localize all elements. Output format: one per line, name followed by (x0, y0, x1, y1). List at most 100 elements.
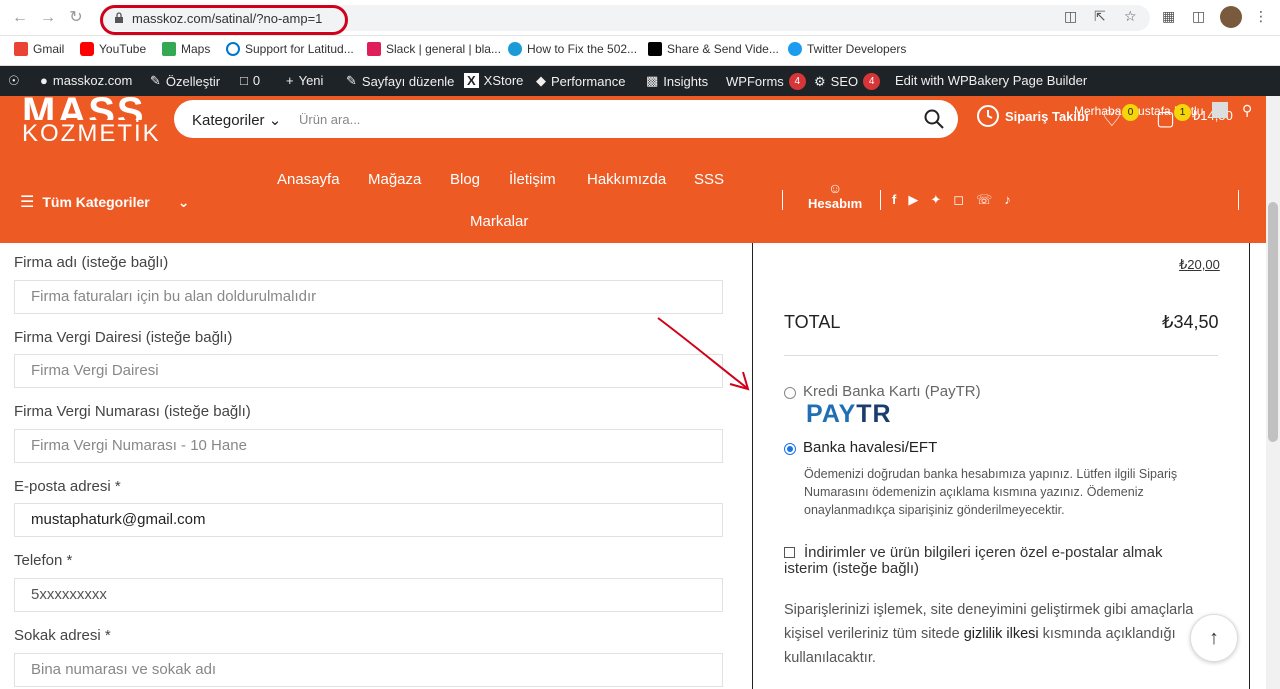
bookmarks-bar: Gmail YouTube Maps Support for Latitud..… (0, 36, 1280, 66)
search-bar: Kategoriler ⌄ Ürün ara... (174, 100, 958, 138)
reload-icon[interactable]: ↻ (66, 8, 86, 28)
youtube-icon (80, 42, 94, 56)
menu-icon[interactable]: ⋮ (1254, 8, 1268, 25)
wp-new-label: Yeni (298, 73, 324, 88)
profile-avatar[interactable] (1220, 6, 1242, 28)
bookmark-label: Gmail (33, 42, 65, 56)
translate-icon[interactable]: ◫ (1064, 8, 1077, 25)
wp-wpbakery-link[interactable]: Edit with WPBakery Page Builder (895, 73, 1087, 88)
account-link[interactable]: ☺ Hesabım (808, 180, 862, 211)
search-icon[interactable] (924, 109, 944, 129)
star-icon[interactable]: ☆ (1124, 8, 1137, 25)
field-label-company: Firma adı (isteğe bağlı) (14, 254, 169, 271)
menu-sss[interactable]: SSS (694, 171, 724, 188)
bookmark-slack[interactable]: Slack | general | bla... (367, 42, 501, 56)
divider (782, 190, 783, 210)
wp-wpforms-link[interactable]: WPForms 4 (726, 73, 806, 90)
all-categories-toggle[interactable]: ☰ Tüm Kategoriler ⌄ (20, 192, 189, 212)
user-avatar[interactable] (1212, 102, 1228, 118)
field-label-email: E-posta adresi * (14, 478, 121, 495)
sidepanel-icon[interactable]: ◫ (1192, 8, 1205, 25)
payment-label-paytr[interactable]: Kredi Banka Kartı (PayTR) (803, 383, 981, 400)
tax-number-input[interactable]: Firma Vergi Numarası - 10 Hane (14, 429, 723, 463)
bookmark-youtube[interactable]: YouTube (80, 42, 146, 56)
total-label: TOTAL (784, 312, 841, 332)
wp-edit-label: Sayfayı düzenle (361, 73, 455, 89)
privacy-policy-link[interactable]: gizlilik ilkesi (964, 626, 1039, 642)
menu-blog[interactable]: Blog (450, 171, 480, 188)
bar-chart-icon: ▩ (646, 73, 659, 88)
share-icon[interactable]: ⇱ (1094, 8, 1106, 25)
browser-toolbar: ← → ↻ masskoz.com/satinal/?no-amp=1 ◫ ⇱ … (0, 0, 1280, 36)
logo-bottom[interactable]: KOZMETİK (22, 120, 161, 148)
bookmark-fix502[interactable]: How to Fix the 502... (508, 42, 637, 56)
back-to-top-button[interactable]: ↑ (1190, 614, 1238, 662)
bookmark-vimeo[interactable]: Share & Send Vide... (648, 42, 779, 56)
wp-wpforms-label: WPForms (726, 74, 784, 89)
gmail-icon (14, 42, 28, 56)
wp-customize-link[interactable]: ✎ Özelleştir (150, 73, 220, 89)
forward-icon[interactable]: → (38, 8, 58, 28)
seo-badge: 4 (863, 73, 881, 90)
bookmark-dell[interactable]: Support for Latitud... (226, 42, 354, 56)
instagram-icon[interactable]: ◻ (953, 192, 964, 208)
bookmark-twitter[interactable]: Twitter Developers (788, 42, 906, 56)
wp-edit-page-link[interactable]: ✎ Sayfayı düzenle (346, 73, 454, 89)
payment-label-eft[interactable]: Banka havalesi/EFT (803, 439, 937, 456)
newsletter-label[interactable]: İndirimler ve ürün bilgileri içeren özel… (784, 545, 1204, 577)
clock-icon (977, 105, 999, 127)
twitter-icon[interactable]: ✦ (930, 192, 941, 208)
payment-radio-paytr[interactable] (784, 387, 796, 399)
menu-iletisim[interactable]: İletişim (509, 171, 556, 188)
order-tracking-link[interactable]: Sipariş Takibi (976, 104, 1089, 128)
bookmark-maps[interactable]: Maps (162, 42, 210, 56)
paytr-logo-b: TR (856, 400, 892, 428)
slack-icon (367, 42, 381, 56)
search-input[interactable]: Ürün ara... (299, 112, 360, 127)
cart-icon[interactable]: ▢ (1156, 106, 1175, 131)
wp-insights-link[interactable]: ▩ Insights (646, 73, 708, 89)
plus-icon: + (286, 73, 294, 88)
bookmark-label: Twitter Developers (807, 42, 907, 56)
back-icon[interactable]: ← (10, 8, 30, 28)
menu-magaza[interactable]: Mağaza (368, 171, 421, 188)
social-links: f ▶ ✦ ◻ ☏ ♪ (892, 192, 1011, 208)
search-category-select[interactable]: Kategoriler ⌄ (192, 111, 281, 129)
company-input[interactable]: Firma faturaları için bu alan doldurulma… (14, 280, 723, 314)
divider (880, 190, 881, 210)
account-label: Hesabım (808, 196, 863, 211)
heart-icon[interactable]: ♡ (1102, 106, 1122, 132)
field-label-street: Sokak adresi * (14, 627, 111, 644)
wp-admin-bar: ☉ ● masskoz.com ✎ Özelleştir □ 0 + Yeni ✎ Say… (0, 66, 1280, 96)
wp-xstore-link[interactable]: X XStore (464, 73, 523, 88)
wp-seo-link[interactable]: ⚙ SEO 4 (814, 73, 881, 90)
performance-icon: ◆ (536, 73, 546, 88)
logo-top[interactable]: MASS (22, 90, 146, 120)
search-small-icon[interactable]: ⚲ (1242, 102, 1252, 119)
email-input[interactable]: mustaphaturk@gmail.com (14, 503, 723, 537)
field-label-tax-number: Firma Vergi Numarası (isteğe bağlı) (14, 403, 251, 420)
wp-performance-link[interactable]: ◆ Performance (536, 73, 625, 89)
dashboard-icon: ● (40, 73, 48, 88)
vimeo-icon (648, 42, 662, 56)
facebook-icon[interactable]: f (892, 192, 896, 208)
menu-hakkimizda[interactable]: Hakkımızda (587, 171, 666, 188)
youtube-icon[interactable]: ▶ (908, 192, 918, 208)
menu-markalar[interactable]: Markalar (470, 213, 528, 230)
street-input[interactable]: Bina numarası ve sokak adı (14, 653, 723, 687)
tiktok-icon[interactable]: ♪ (1004, 192, 1011, 208)
xstore-icon: X (464, 73, 479, 88)
payment-radio-eft[interactable] (784, 443, 796, 455)
whatsapp-icon[interactable]: ☏ (976, 192, 992, 208)
tax-office-input[interactable]: Firma Vergi Dairesi (14, 354, 723, 388)
menu-anasayfa[interactable]: Anasayfa (277, 171, 340, 188)
twitter-icon (788, 42, 802, 56)
bookmark-gmail[interactable]: Gmail (14, 42, 64, 56)
extensions-icon[interactable]: ▦ (1162, 8, 1175, 25)
phone-input[interactable]: 5xxxxxxxxx (14, 578, 723, 612)
wp-comments-link[interactable]: □ 0 (240, 73, 260, 88)
wp-site-link[interactable]: ● masskoz.com (40, 73, 132, 88)
wp-logo-icon[interactable]: ☉ (8, 73, 20, 89)
scrollbar-thumb[interactable] (1268, 202, 1278, 442)
wp-new-link[interactable]: + Yeni (286, 73, 323, 88)
